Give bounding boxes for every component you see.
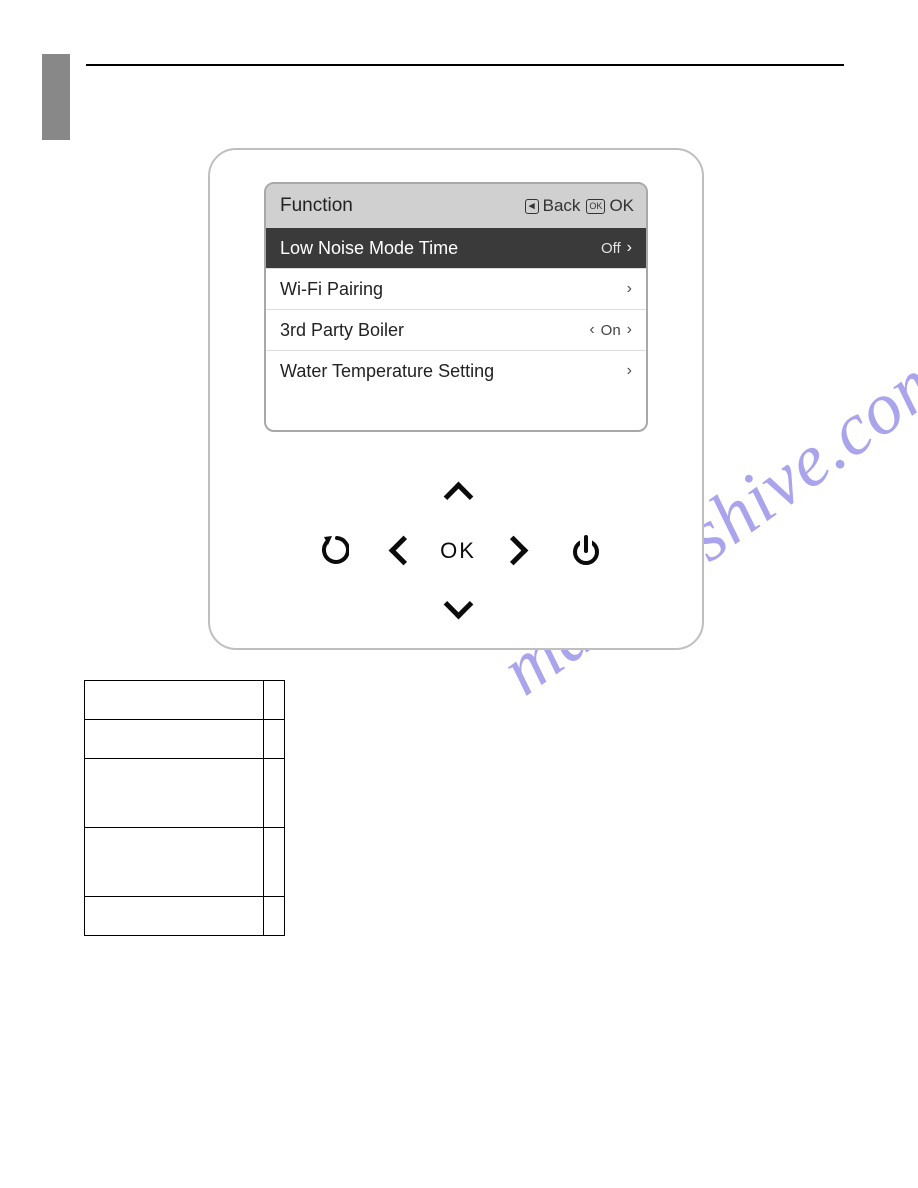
ok-button[interactable]: OK <box>435 534 481 568</box>
menu-row-label: Water Temperature Setting <box>280 361 494 382</box>
menu-row-right: › <box>627 362 632 380</box>
screen-header: Function ▸ Back OK OK <box>266 184 646 228</box>
chevron-left-icon <box>388 535 418 565</box>
chevron-left-icon: ‹ <box>589 321 594 339</box>
table-row <box>85 759 285 828</box>
menu-row-right: › <box>627 280 632 298</box>
table-row <box>85 720 285 759</box>
left-button[interactable] <box>390 532 416 568</box>
header-ok-hint: OK OK <box>586 196 634 216</box>
table-cell <box>264 759 285 828</box>
menu-row-label: 3rd Party Boiler <box>280 320 404 341</box>
back-icon <box>319 533 349 567</box>
table-cell <box>264 681 285 720</box>
menu-row-value: Off <box>601 240 621 257</box>
menu-row-right: Off › <box>601 239 632 257</box>
down-button[interactable] <box>442 592 474 616</box>
table-row <box>85 681 285 720</box>
table-row <box>85 828 285 897</box>
info-table <box>84 680 285 936</box>
chevron-right-icon: › <box>627 321 632 339</box>
right-button[interactable] <box>500 532 526 568</box>
ok-button-label: OK <box>440 538 476 564</box>
power-button[interactable] <box>568 530 604 570</box>
menu-row-water-temperature-setting[interactable]: Water Temperature Setting › <box>266 351 646 391</box>
header-rule <box>86 64 844 66</box>
menu-row-label: Wi-Fi Pairing <box>280 279 383 300</box>
table-cell <box>264 897 285 936</box>
table-cell <box>85 720 264 759</box>
header-back-label: Back <box>543 196 581 216</box>
menu-row-label: Low Noise Mode Time <box>280 238 458 259</box>
menu-row-value: On <box>601 322 621 339</box>
up-button[interactable] <box>442 484 474 508</box>
back-hint-icon: ▸ <box>525 199 539 214</box>
table-cell <box>85 897 264 936</box>
controls-area: OK <box>210 460 702 640</box>
chevron-right-icon: › <box>627 280 632 298</box>
table-cell <box>85 759 264 828</box>
ok-hint-icon: OK <box>586 199 605 214</box>
device-screen: Function ▸ Back OK OK Low Noise Mode Tim… <box>264 182 648 432</box>
header-back-hint: ▸ Back <box>525 196 580 216</box>
chevron-right-icon: › <box>627 239 632 257</box>
chevron-down-icon <box>443 589 473 619</box>
chevron-up-icon <box>443 481 473 511</box>
page: manualshive.com Function ▸ Back OK OK <box>0 0 918 1188</box>
side-tab <box>42 54 70 140</box>
menu-row-right: ‹ On › <box>589 321 632 339</box>
table-cell <box>85 681 264 720</box>
controller-device: Function ▸ Back OK OK Low Noise Mode Tim… <box>208 148 704 650</box>
menu-row-wifi-pairing[interactable]: Wi-Fi Pairing › <box>266 269 646 310</box>
power-icon <box>570 533 602 567</box>
screen-title: Function <box>280 195 353 217</box>
header-ok-label: OK <box>609 196 634 216</box>
table-cell <box>264 828 285 897</box>
menu-row-3rd-party-boiler[interactable]: 3rd Party Boiler ‹ On › <box>266 310 646 351</box>
screen-header-actions: ▸ Back OK OK <box>525 196 634 216</box>
table-cell <box>264 720 285 759</box>
menu-row-low-noise-mode-time[interactable]: Low Noise Mode Time Off › <box>266 228 646 269</box>
table-row <box>85 897 285 936</box>
chevron-right-icon: › <box>627 362 632 380</box>
table-cell <box>85 828 264 897</box>
back-button[interactable] <box>316 530 352 570</box>
chevron-right-icon <box>498 535 528 565</box>
